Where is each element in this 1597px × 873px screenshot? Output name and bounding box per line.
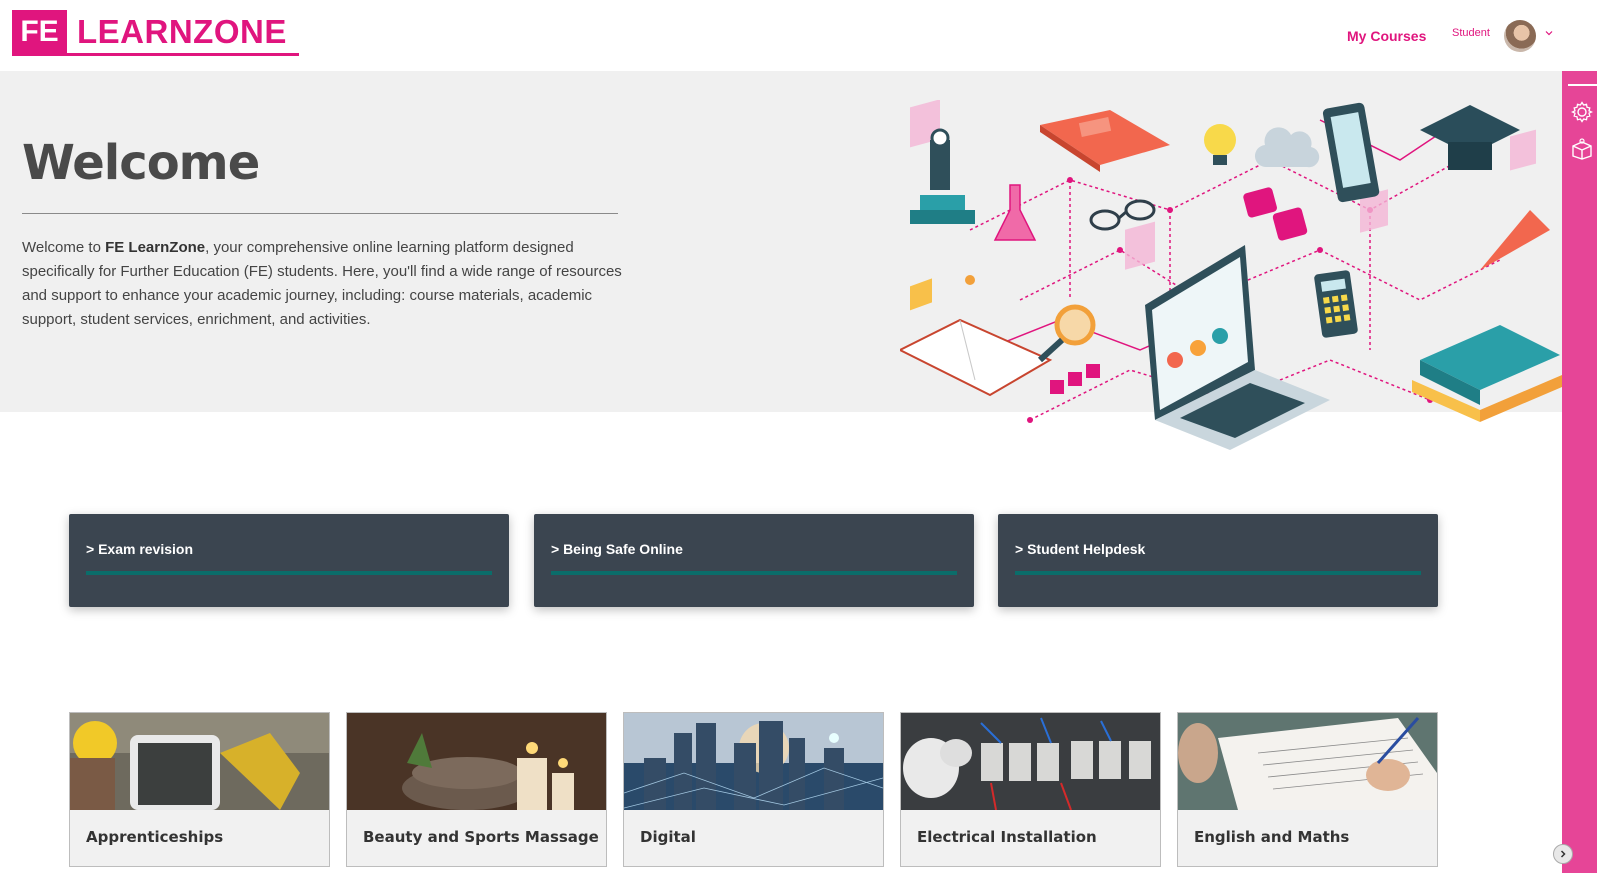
rail-divider	[1568, 84, 1597, 86]
category-image	[347, 713, 606, 810]
title-divider	[22, 213, 618, 214]
quick-link-accent-bar	[551, 571, 957, 575]
intro-brand: FE LearnZone	[105, 239, 206, 256]
top-header: FE LEARNZONE My Courses Student	[0, 0, 1597, 71]
quick-link-label: > Student Helpdesk	[1015, 541, 1146, 557]
category-image	[624, 713, 883, 810]
category-label: Beauty and Sports Massage	[363, 828, 599, 846]
category-image	[70, 713, 329, 810]
welcome-text: Welcome to FE LearnZone, your comprehens…	[22, 236, 622, 332]
quick-link-student-helpdesk[interactable]: > Student Helpdesk	[998, 514, 1438, 607]
learning-box-icon[interactable]	[1570, 137, 1594, 161]
education-illustration	[900, 100, 1562, 450]
quick-link-accent-bar	[86, 571, 492, 575]
category-digital[interactable]: Digital	[623, 712, 884, 867]
category-label: Electrical Installation	[917, 828, 1097, 846]
category-image	[901, 713, 1160, 810]
category-english-maths[interactable]: English and Maths	[1177, 712, 1438, 867]
chevron-down-icon[interactable]	[1543, 27, 1555, 39]
gear-icon[interactable]	[1570, 100, 1594, 124]
category-apprenticeships[interactable]: Apprenticeships	[69, 712, 330, 867]
quick-link-label: > Exam revision	[86, 541, 194, 557]
category-beauty-sports-massage[interactable]: Beauty and Sports Massage	[346, 712, 607, 867]
avatar[interactable]	[1504, 20, 1536, 52]
logo-mark: FE	[12, 10, 67, 53]
category-label: Apprenticeships	[86, 828, 224, 846]
app-root: FE LEARNZONE My Courses Student Welcome …	[0, 0, 1597, 873]
chevron-right-icon	[1560, 850, 1566, 858]
my-courses-link[interactable]: My Courses	[1347, 28, 1426, 44]
category-image	[1178, 713, 1437, 810]
page-title: Welcome	[22, 135, 260, 191]
quick-link-exam-revision[interactable]: > Exam revision	[69, 514, 509, 607]
drawer-toggle-button[interactable]	[1553, 844, 1573, 864]
category-label: English and Maths	[1194, 828, 1350, 846]
intro-prefix: Welcome to	[22, 239, 106, 256]
category-label: Digital	[640, 828, 696, 846]
logo-text: LEARNZONE	[77, 12, 287, 50]
category-electrical-installation[interactable]: Electrical Installation	[900, 712, 1161, 867]
user-role-label: Student	[1452, 27, 1490, 39]
site-logo[interactable]: FE LEARNZONE	[12, 10, 299, 56]
quick-link-label: > Being Safe Online	[551, 541, 683, 557]
right-drawer-rail	[1562, 71, 1597, 873]
quick-link-being-safe-online[interactable]: > Being Safe Online	[534, 514, 974, 607]
quick-link-accent-bar	[1015, 571, 1421, 575]
